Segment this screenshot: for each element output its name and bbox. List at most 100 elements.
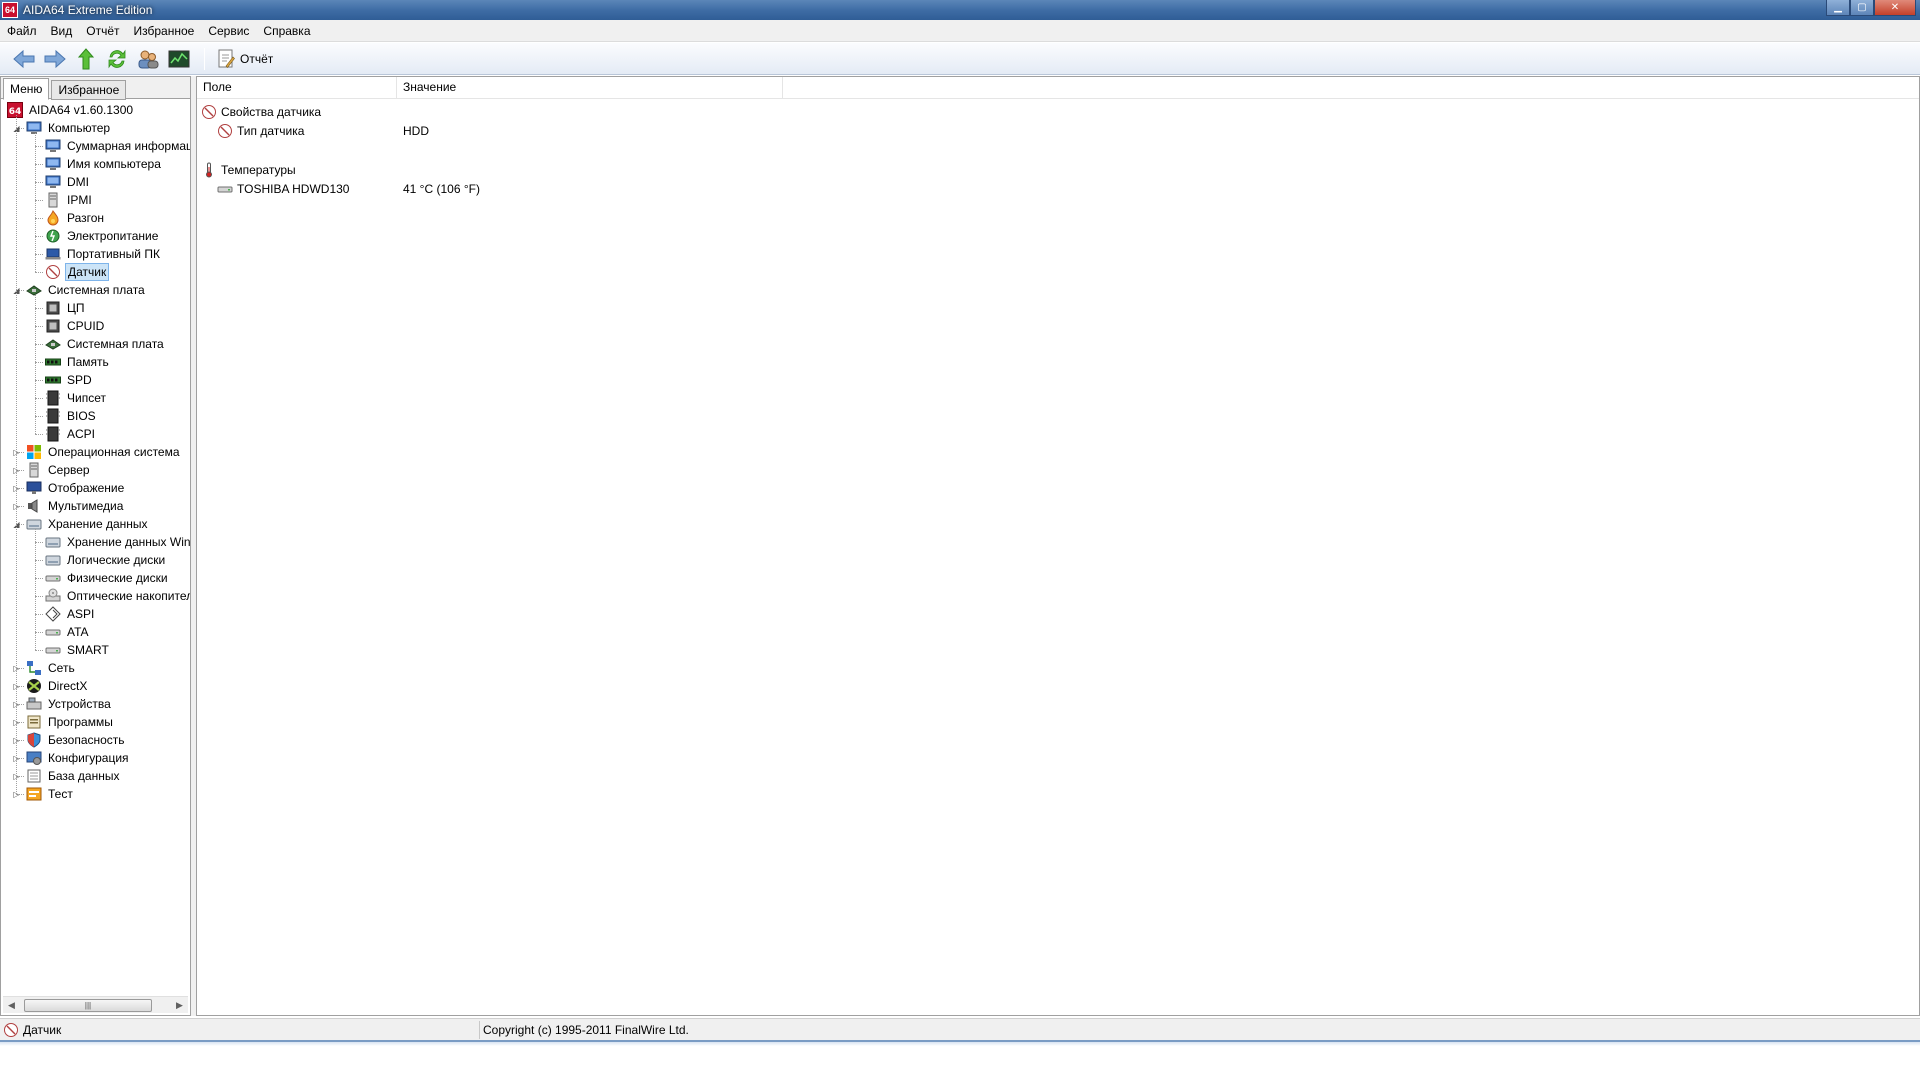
tab-menu[interactable]: Меню [3, 78, 50, 100]
tree-item[interactable]: Физические диски [45, 569, 170, 587]
maximize-icon: ▢ [1857, 2, 1867, 13]
tree-item[interactable]: Мультимедиа [26, 497, 125, 515]
detail-row[interactable]: Тип датчика [217, 122, 304, 140]
tree-item-label: BIOS [67, 409, 96, 423]
tree-item-label: Хранение данных [48, 517, 148, 531]
toolbar-separator [204, 47, 205, 70]
tree-item[interactable]: DirectX [26, 677, 89, 695]
tree-guide-line [35, 133, 36, 272]
tree-horizontal-scrollbar[interactable]: ◀ ||| ▶ [3, 996, 188, 1013]
tree-item[interactable]: Хранение данных Windows [45, 533, 190, 551]
report-label: Отчёт [240, 51, 274, 66]
tree-item[interactable]: Логические диски [45, 551, 167, 569]
report-button[interactable]: Отчёт [213, 46, 277, 72]
tree-item[interactable]: ASPI [45, 605, 96, 623]
cpu-icon [45, 300, 61, 316]
menu-item-5[interactable]: Справка [256, 21, 317, 41]
tree-item[interactable]: База данных [26, 767, 121, 785]
tree-item[interactable]: Отображение [26, 479, 126, 497]
navigation-tree[interactable]: 64 AIDA64 v1.60.1300 Компьютер ◢ Суммарная и… [1, 101, 190, 991]
tree-item[interactable]: Операционная система [26, 443, 182, 461]
tree-item[interactable]: SPD [45, 371, 94, 389]
scroll-left-button[interactable]: ◀ [3, 997, 20, 1014]
drive-icon [217, 181, 233, 197]
column-header-field[interactable]: Поле [197, 77, 397, 99]
tree-item[interactable]: ЦП [45, 299, 87, 317]
tree-item[interactable]: Тест [26, 785, 75, 803]
tree-item[interactable]: Сервер [26, 461, 92, 479]
tree-item[interactable]: Память [45, 353, 111, 371]
title-bar[interactable]: 64 AIDA64 Extreme Edition ▁ ▢ ✕ [0, 0, 1920, 20]
tree-item[interactable]: Имя компьютера [45, 155, 163, 173]
tree-item-label: Сеть [48, 661, 75, 675]
tree-item[interactable]: Программы [26, 713, 115, 731]
detail-group-header[interactable]: Свойства датчика [201, 103, 321, 121]
tree-item[interactable]: Суммарная информация [45, 137, 190, 155]
tree-item[interactable]: Конфигурация [26, 749, 131, 767]
tree-item[interactable]: SMART [45, 641, 111, 659]
tree-item[interactable]: Устройства [26, 695, 113, 713]
tree-item[interactable]: IPMI [45, 191, 94, 209]
tree-connector [35, 596, 43, 597]
scroll-right-button[interactable]: ▶ [171, 997, 188, 1014]
computer-icon [45, 174, 61, 190]
tree-item-label: SPD [67, 373, 92, 387]
tree-item[interactable]: Чипсет [45, 389, 108, 407]
tree-item[interactable]: Портативный ПК [45, 245, 162, 263]
up-button[interactable] [72, 46, 100, 72]
tree-item[interactable]: Безопасность [26, 731, 127, 749]
refresh-button[interactable] [103, 46, 131, 72]
tree-item-label: Электропитание [67, 229, 159, 243]
storage-icon [26, 516, 42, 532]
back-button[interactable] [10, 46, 38, 72]
tab-favorites[interactable]: Избранное [51, 80, 127, 100]
tree-item[interactable]: Оптические накопители [45, 587, 190, 605]
tree-item[interactable]: Датчик [45, 263, 110, 281]
column-header-value[interactable]: Значение [397, 77, 783, 99]
tree-item[interactable]: Системная плата [45, 335, 166, 353]
tree-item-label: Суммарная информация [67, 139, 190, 153]
detail-group-header[interactable]: Температуры [201, 161, 296, 179]
tree-item-label: AIDA64 v1.60.1300 [29, 103, 134, 117]
menu-item-0[interactable]: Файл [0, 21, 44, 41]
tree-connector [35, 344, 43, 345]
detail-field: Тип датчика [237, 124, 305, 138]
close-button[interactable]: ✕ [1874, 0, 1916, 16]
tree-item[interactable]: Хранение данных [26, 515, 150, 533]
menu-item-4[interactable]: Сервис [201, 21, 256, 41]
status-left-text: Датчик [23, 1022, 62, 1037]
forward-button[interactable] [41, 46, 69, 72]
menu-item-2[interactable]: Отчёт [79, 21, 126, 41]
tree-item[interactable]: Разгон [45, 209, 106, 227]
tree-item-label: Разгон [67, 211, 105, 225]
maximize-button[interactable]: ▢ [1850, 0, 1874, 16]
tree-item[interactable]: ACPI [45, 425, 97, 443]
tree-item[interactable]: CPUID [45, 317, 106, 335]
users-button[interactable] [134, 46, 162, 72]
tree-item-label: CPUID [67, 319, 105, 333]
tree-connector [35, 614, 43, 615]
tree-item-label: Сервер [48, 463, 90, 477]
minimize-button[interactable]: ▁ [1826, 0, 1850, 16]
menu-item-1[interactable]: Вид [44, 21, 80, 41]
network-icon [26, 660, 42, 676]
tree-item-label: Тест [48, 787, 73, 801]
sensor-monitor-button[interactable] [165, 46, 193, 72]
thermometer-icon [201, 162, 217, 178]
tree-item[interactable]: DMI [45, 173, 91, 191]
tree-item[interactable]: Электропитание [45, 227, 160, 245]
tree-item[interactable]: BIOS [45, 407, 98, 425]
menu-item-3[interactable]: Избранное [127, 21, 202, 41]
detail-row[interactable]: TOSHIBA HDWD130 [217, 180, 349, 198]
tree-item[interactable]: Компьютер [26, 119, 112, 137]
tree-item[interactable]: Сеть [26, 659, 77, 677]
tree-item[interactable]: ATA [45, 623, 91, 641]
tree-connector [35, 398, 43, 399]
tree-item[interactable]: 64 AIDA64 v1.60.1300 [7, 101, 135, 119]
tree-connector [35, 326, 43, 327]
grip-icon: ||| [84, 1000, 92, 1010]
scroll-thumb[interactable]: ||| [24, 998, 152, 1012]
details-pane: Поле Значение Свойства датчика Тип датчик… [196, 76, 1920, 1016]
tree-item-label: ACPI [67, 427, 96, 441]
tree-item[interactable]: Системная плата [26, 281, 147, 299]
